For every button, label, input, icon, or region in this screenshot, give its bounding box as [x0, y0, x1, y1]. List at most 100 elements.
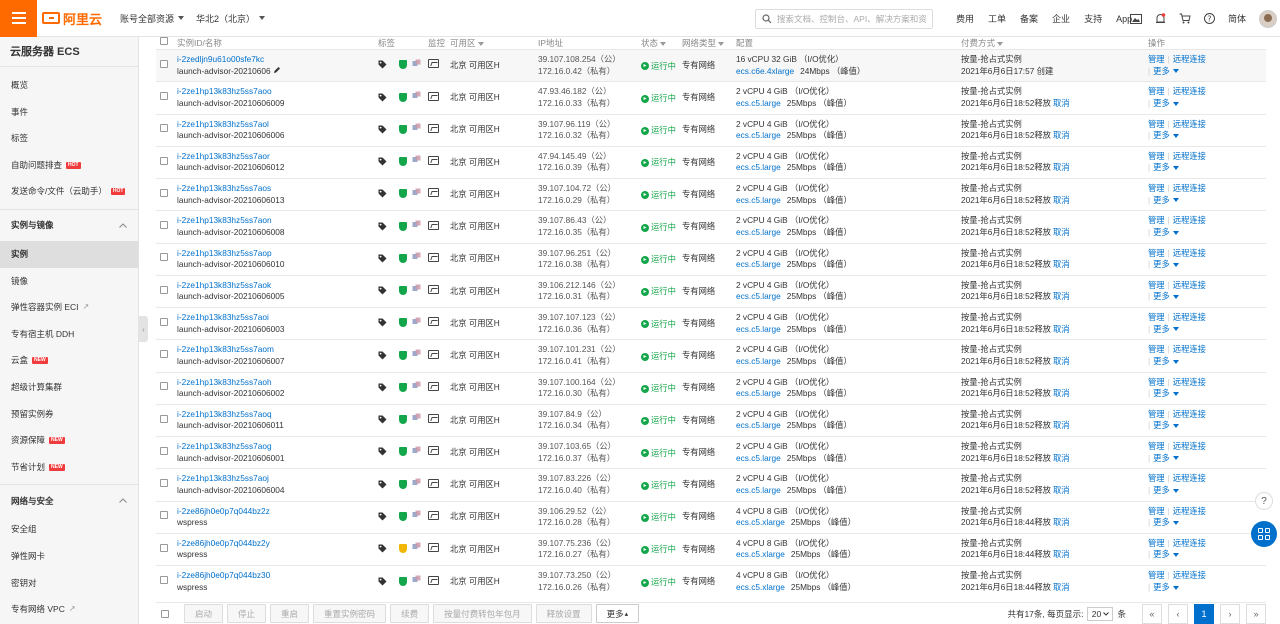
nav-tickets[interactable]: 工单 [988, 12, 1006, 25]
tag-icon[interactable] [378, 512, 387, 523]
row-checkbox[interactable] [160, 124, 168, 133]
manage-link[interactable]: 管理 [1148, 570, 1165, 580]
remote-connect-link[interactable]: 远程连接 [1173, 215, 1206, 225]
manage-link[interactable]: 管理 [1148, 441, 1165, 451]
remote-connect-link[interactable]: 远程连接 [1173, 570, 1206, 580]
remote-connect-link[interactable]: 远程连接 [1173, 86, 1206, 96]
cancel-release-link[interactable]: 取消 [1053, 162, 1070, 172]
language-selector[interactable]: 简体 [1228, 12, 1246, 25]
monitor-icon[interactable] [428, 414, 439, 424]
more-dropdown[interactable]: | 更多 [1148, 98, 1266, 110]
remote-connect-link[interactable]: 远程连接 [1173, 344, 1206, 354]
shield-icon[interactable] [399, 60, 407, 70]
instance-id-link[interactable]: i-2ze1hp13k83hz5ss7aom [177, 344, 378, 356]
last-page-button[interactable]: » [1246, 604, 1266, 624]
more-dropdown[interactable]: | 更多 [1148, 388, 1266, 400]
manage-link[interactable]: 管理 [1148, 473, 1165, 483]
security-group-icon[interactable] [412, 59, 421, 72]
renew-button[interactable]: 续费 [390, 604, 430, 623]
more-link[interactable]: 更多 [1153, 324, 1170, 334]
shield-icon[interactable] [399, 350, 407, 360]
more-link[interactable]: 更多 [1153, 453, 1170, 463]
first-page-button[interactable]: « [1142, 604, 1162, 624]
more-dropdown[interactable]: | 更多 [1148, 130, 1266, 142]
more-dropdown[interactable]: | 更多 [1148, 485, 1266, 497]
more-dropdown[interactable]: | 更多 [1148, 420, 1266, 432]
tag-icon[interactable] [378, 93, 387, 104]
instance-id-link[interactable]: i-2ze1hp13k83hz5ss7aol [177, 119, 378, 131]
reset-password-button[interactable]: 重置实例密码 [313, 604, 387, 623]
security-group-icon[interactable] [412, 123, 421, 136]
tag-icon[interactable] [378, 189, 387, 200]
monitor-icon[interactable] [428, 220, 439, 230]
cancel-release-link[interactable]: 取消 [1053, 195, 1070, 205]
remote-connect-link[interactable]: 远程连接 [1173, 183, 1206, 193]
instance-id-link[interactable]: i-2ze1hp13k83hz5ss7aop [177, 248, 378, 260]
sidebar-item[interactable]: 弹性容器实例 ECI ↗ [0, 294, 138, 321]
sidebar-collapse-handle[interactable]: ‹ [139, 316, 148, 342]
manage-link[interactable]: 管理 [1148, 506, 1165, 516]
instance-id-link[interactable]: i-2zedljn9u61o00sfe7kc [177, 54, 378, 66]
remote-connect-link[interactable]: 远程连接 [1173, 248, 1206, 258]
global-search[interactable] [755, 9, 933, 29]
select-all-checkbox[interactable] [160, 37, 168, 45]
instance-id-link[interactable]: i-2ze1hp13k83hz5ss7aon [177, 215, 378, 227]
sidebar-item[interactable]: 标签 [0, 125, 138, 152]
sidebar-item[interactable]: 安全组 [0, 516, 138, 543]
more-link[interactable]: 更多 [1153, 162, 1170, 172]
instance-id-link[interactable]: i-2ze86jh0e0p7q044bz2y [177, 538, 378, 550]
page-size-select[interactable]: 20 [1087, 607, 1114, 621]
apps-float-icon[interactable] [1251, 521, 1277, 547]
row-checkbox[interactable] [160, 479, 168, 488]
row-checkbox[interactable] [160, 156, 168, 165]
sidebar-item[interactable]: 资源保障 NEW [0, 427, 138, 454]
more-link[interactable]: 更多 [1153, 66, 1170, 76]
tag-icon[interactable] [378, 222, 387, 233]
instance-type-link[interactable]: ecs.c5.large [736, 162, 781, 172]
prev-page-button[interactable]: ‹ [1168, 604, 1188, 624]
row-checkbox[interactable] [160, 92, 168, 101]
security-group-icon[interactable] [412, 381, 421, 394]
more-dropdown[interactable]: | 更多 [1148, 453, 1266, 465]
release-settings-button[interactable]: 释放设置 [535, 604, 592, 623]
shield-icon[interactable] [399, 318, 407, 328]
more-dropdown[interactable]: | 更多 [1148, 195, 1266, 207]
remote-connect-link[interactable]: 远程连接 [1173, 312, 1206, 322]
more-dropdown[interactable]: | 更多 [1148, 324, 1266, 336]
instance-id-link[interactable]: i-2ze1hp13k83hz5ss7aoo [177, 86, 378, 98]
security-group-icon[interactable] [412, 446, 421, 459]
sidebar-item[interactable]: 事件 [0, 99, 138, 126]
col-billing[interactable]: 付费方式 [961, 37, 1148, 50]
tag-icon[interactable] [378, 447, 387, 458]
instance-type-link[interactable]: ecs.c5.xlarge [736, 582, 785, 592]
manage-link[interactable]: 管理 [1148, 538, 1165, 548]
shield-icon[interactable] [399, 447, 407, 457]
row-checkbox[interactable] [160, 221, 168, 230]
convert-billing-button[interactable]: 按量付费转包年包月 [433, 604, 532, 623]
restart-button[interactable]: 重启 [270, 604, 310, 623]
shield-icon[interactable] [399, 511, 407, 521]
cancel-release-link[interactable]: 取消 [1053, 291, 1070, 301]
security-group-icon[interactable] [412, 413, 421, 426]
cancel-release-link[interactable]: 取消 [1053, 582, 1070, 592]
row-checkbox[interactable] [160, 253, 168, 262]
row-checkbox[interactable] [160, 414, 168, 423]
instance-id-link[interactable]: i-2ze1hp13k83hz5ss7aog [177, 441, 378, 453]
monitor-icon[interactable] [428, 478, 439, 488]
remote-connect-link[interactable]: 远程连接 [1173, 151, 1206, 161]
cancel-release-link[interactable]: 取消 [1053, 356, 1070, 366]
security-group-icon[interactable] [412, 317, 421, 330]
next-page-button[interactable]: › [1220, 604, 1240, 624]
search-input[interactable] [777, 14, 927, 24]
instance-id-link[interactable]: i-2ze1hp13k83hz5ss7aor [177, 151, 378, 163]
cancel-release-link[interactable]: 取消 [1053, 98, 1070, 108]
sidebar-item[interactable]: 发送命令/文件（云助手） HOT [0, 178, 138, 205]
manage-link[interactable]: 管理 [1148, 377, 1165, 387]
monitor-icon[interactable] [428, 59, 439, 69]
more-dropdown[interactable]: | 更多 [1148, 356, 1266, 368]
manage-link[interactable]: 管理 [1148, 312, 1165, 322]
shield-icon[interactable] [399, 92, 407, 102]
cancel-release-link[interactable]: 取消 [1053, 420, 1070, 430]
remote-connect-link[interactable]: 远程连接 [1173, 409, 1206, 419]
tag-icon[interactable] [378, 577, 387, 588]
